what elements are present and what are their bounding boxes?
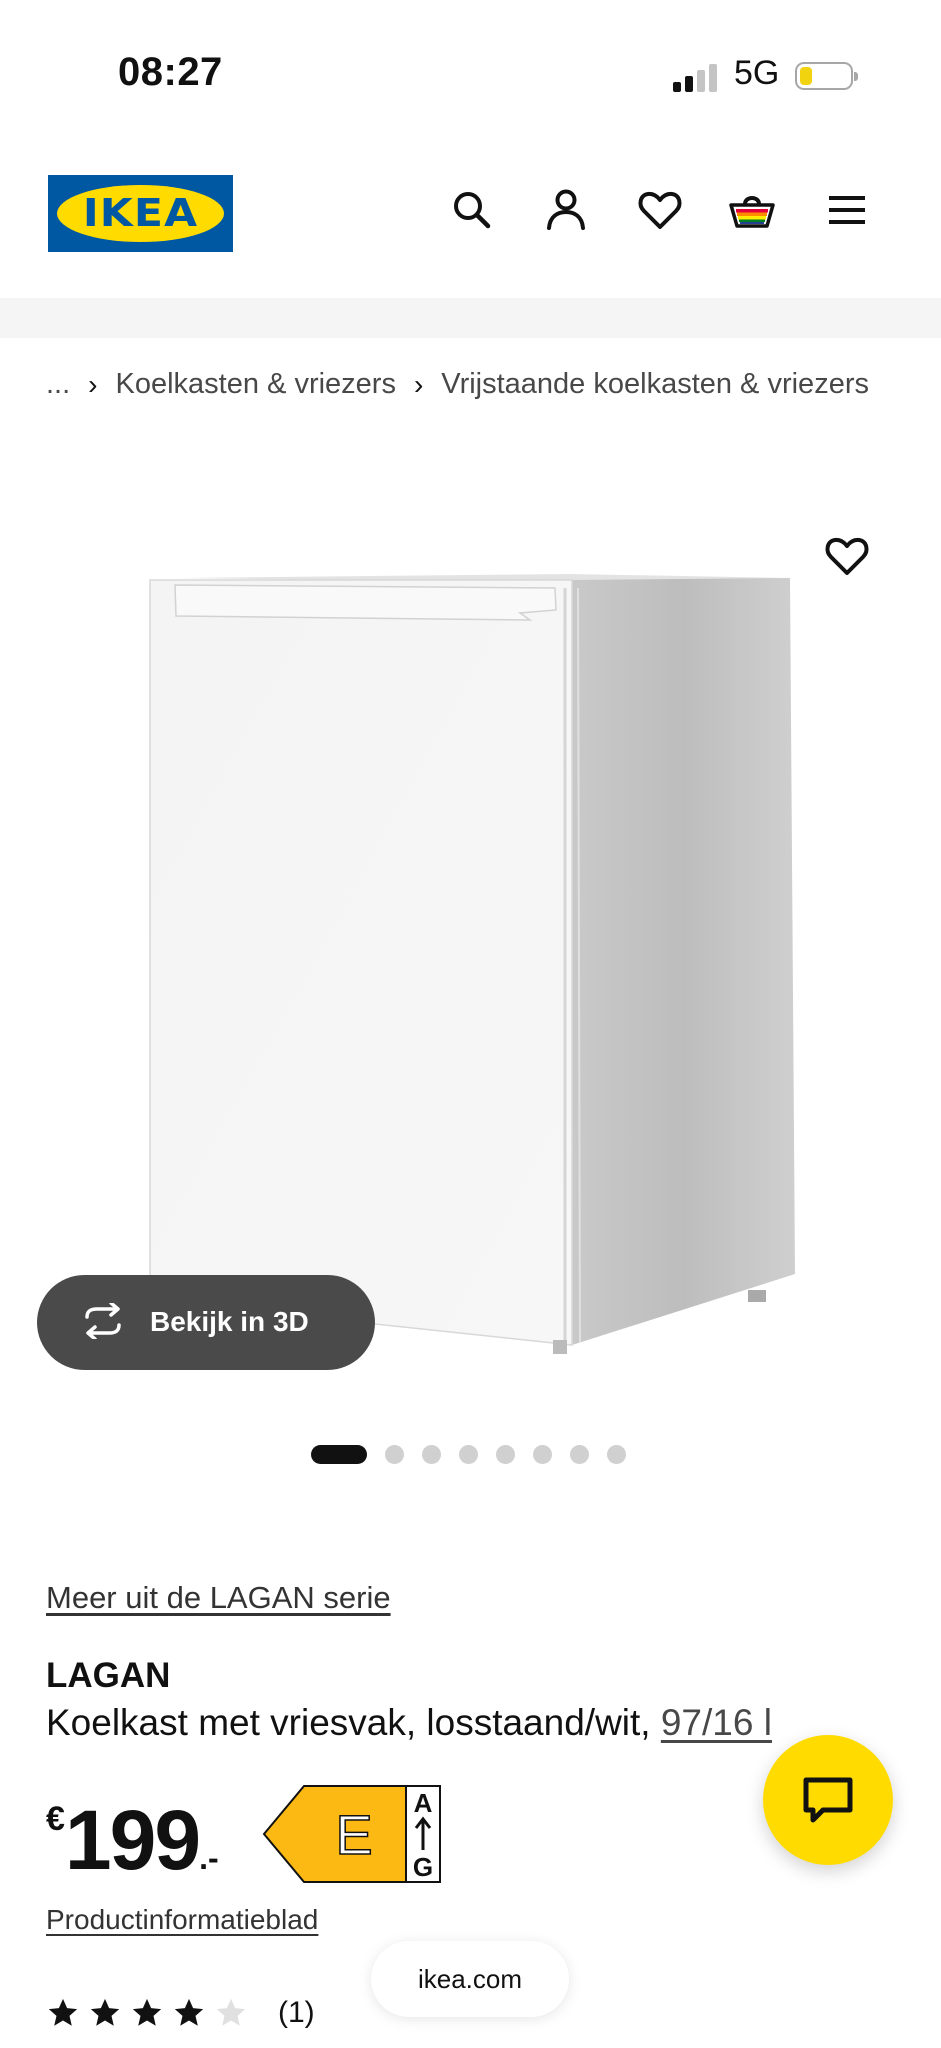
- energy-class: E: [335, 1803, 372, 1866]
- price-decimal: .-: [199, 1840, 219, 1876]
- energy-label-badge[interactable]: E A G: [262, 1784, 442, 1884]
- dimension-link[interactable]: 97/16 l: [661, 1702, 772, 1743]
- breadcrumb-freestanding[interactable]: Vrijstaande koelkasten & vriezers: [441, 368, 869, 401]
- rating-stars: [46, 1996, 256, 2030]
- menu-icon[interactable]: [823, 186, 871, 234]
- carousel-dot[interactable]: [422, 1444, 441, 1464]
- carousel-dot[interactable]: [607, 1444, 626, 1464]
- rating[interactable]: (1): [46, 1996, 315, 2030]
- breadcrumb: ... › Koelkasten & vriezers › Vrijstaand…: [46, 368, 869, 401]
- breadcrumb-ellipsis[interactable]: ...: [46, 368, 70, 401]
- search-icon[interactable]: [448, 186, 496, 234]
- network-label: 5G: [734, 54, 780, 92]
- star-icon: [90, 1998, 120, 2026]
- add-to-favorites-icon[interactable]: [823, 532, 871, 580]
- shopping-bag-icon[interactable]: [728, 186, 776, 234]
- breadcrumb-fridges-freezers[interactable]: Koelkasten & vriezers: [116, 368, 396, 401]
- logo-text: IKEA: [82, 191, 199, 235]
- energy-scale-bottom: G: [413, 1852, 433, 1882]
- account-icon[interactable]: [542, 186, 590, 234]
- review-count: (1): [278, 1996, 315, 2029]
- carousel-dot[interactable]: [385, 1444, 404, 1464]
- chat-button[interactable]: [763, 1735, 893, 1865]
- carousel-dot[interactable]: [459, 1444, 478, 1464]
- ikea-logo[interactable]: IKEA: [48, 175, 233, 252]
- image-carousel-dots[interactable]: [311, 1444, 626, 1464]
- series-link[interactable]: Meer uit de LAGAN serie: [46, 1580, 391, 1616]
- product-image[interactable]: [0, 420, 941, 1420]
- favorites-heart-icon[interactable]: [636, 186, 684, 234]
- star-icon: [132, 1998, 162, 2026]
- energy-scale-top: A: [414, 1788, 433, 1818]
- carousel-dot[interactable]: [533, 1444, 552, 1464]
- status-time: 08:27: [118, 50, 223, 94]
- product-info-sheet-link[interactable]: Productinformatieblad: [46, 1904, 318, 1936]
- carousel-dot[interactable]: [570, 1444, 589, 1464]
- carousel-dot[interactable]: [496, 1444, 515, 1464]
- view-in-3d-button[interactable]: Bekijk in 3D: [37, 1275, 375, 1370]
- product-name: LAGAN: [46, 1656, 171, 1695]
- breadcrumb-separator: ›: [88, 368, 98, 400]
- price: €199.-: [46, 1792, 219, 1889]
- chat-icon: [803, 1777, 853, 1823]
- product-description: Koelkast met vriesvak, losstaand/wit, 97…: [46, 1702, 772, 1744]
- star-icon: [48, 1998, 78, 2026]
- browser-url-pill[interactable]: ikea.com: [371, 1941, 569, 2017]
- star-icon: [216, 1998, 246, 2026]
- signal-icon: [673, 64, 719, 92]
- battery-icon: [795, 62, 858, 90]
- carousel-dot[interactable]: [311, 1444, 367, 1464]
- promo-strip: [0, 298, 941, 338]
- view-in-3d-label: Bekijk in 3D: [150, 1306, 309, 1337]
- price-currency: €: [46, 1800, 65, 1838]
- price-integer: 199: [64, 1793, 201, 1887]
- product-description-text: Koelkast met vriesvak, losstaand/wit,: [46, 1702, 661, 1743]
- star-icon: [174, 1998, 204, 2026]
- breadcrumb-separator: ›: [413, 368, 424, 400]
- rotate-3d-icon: [85, 1303, 121, 1339]
